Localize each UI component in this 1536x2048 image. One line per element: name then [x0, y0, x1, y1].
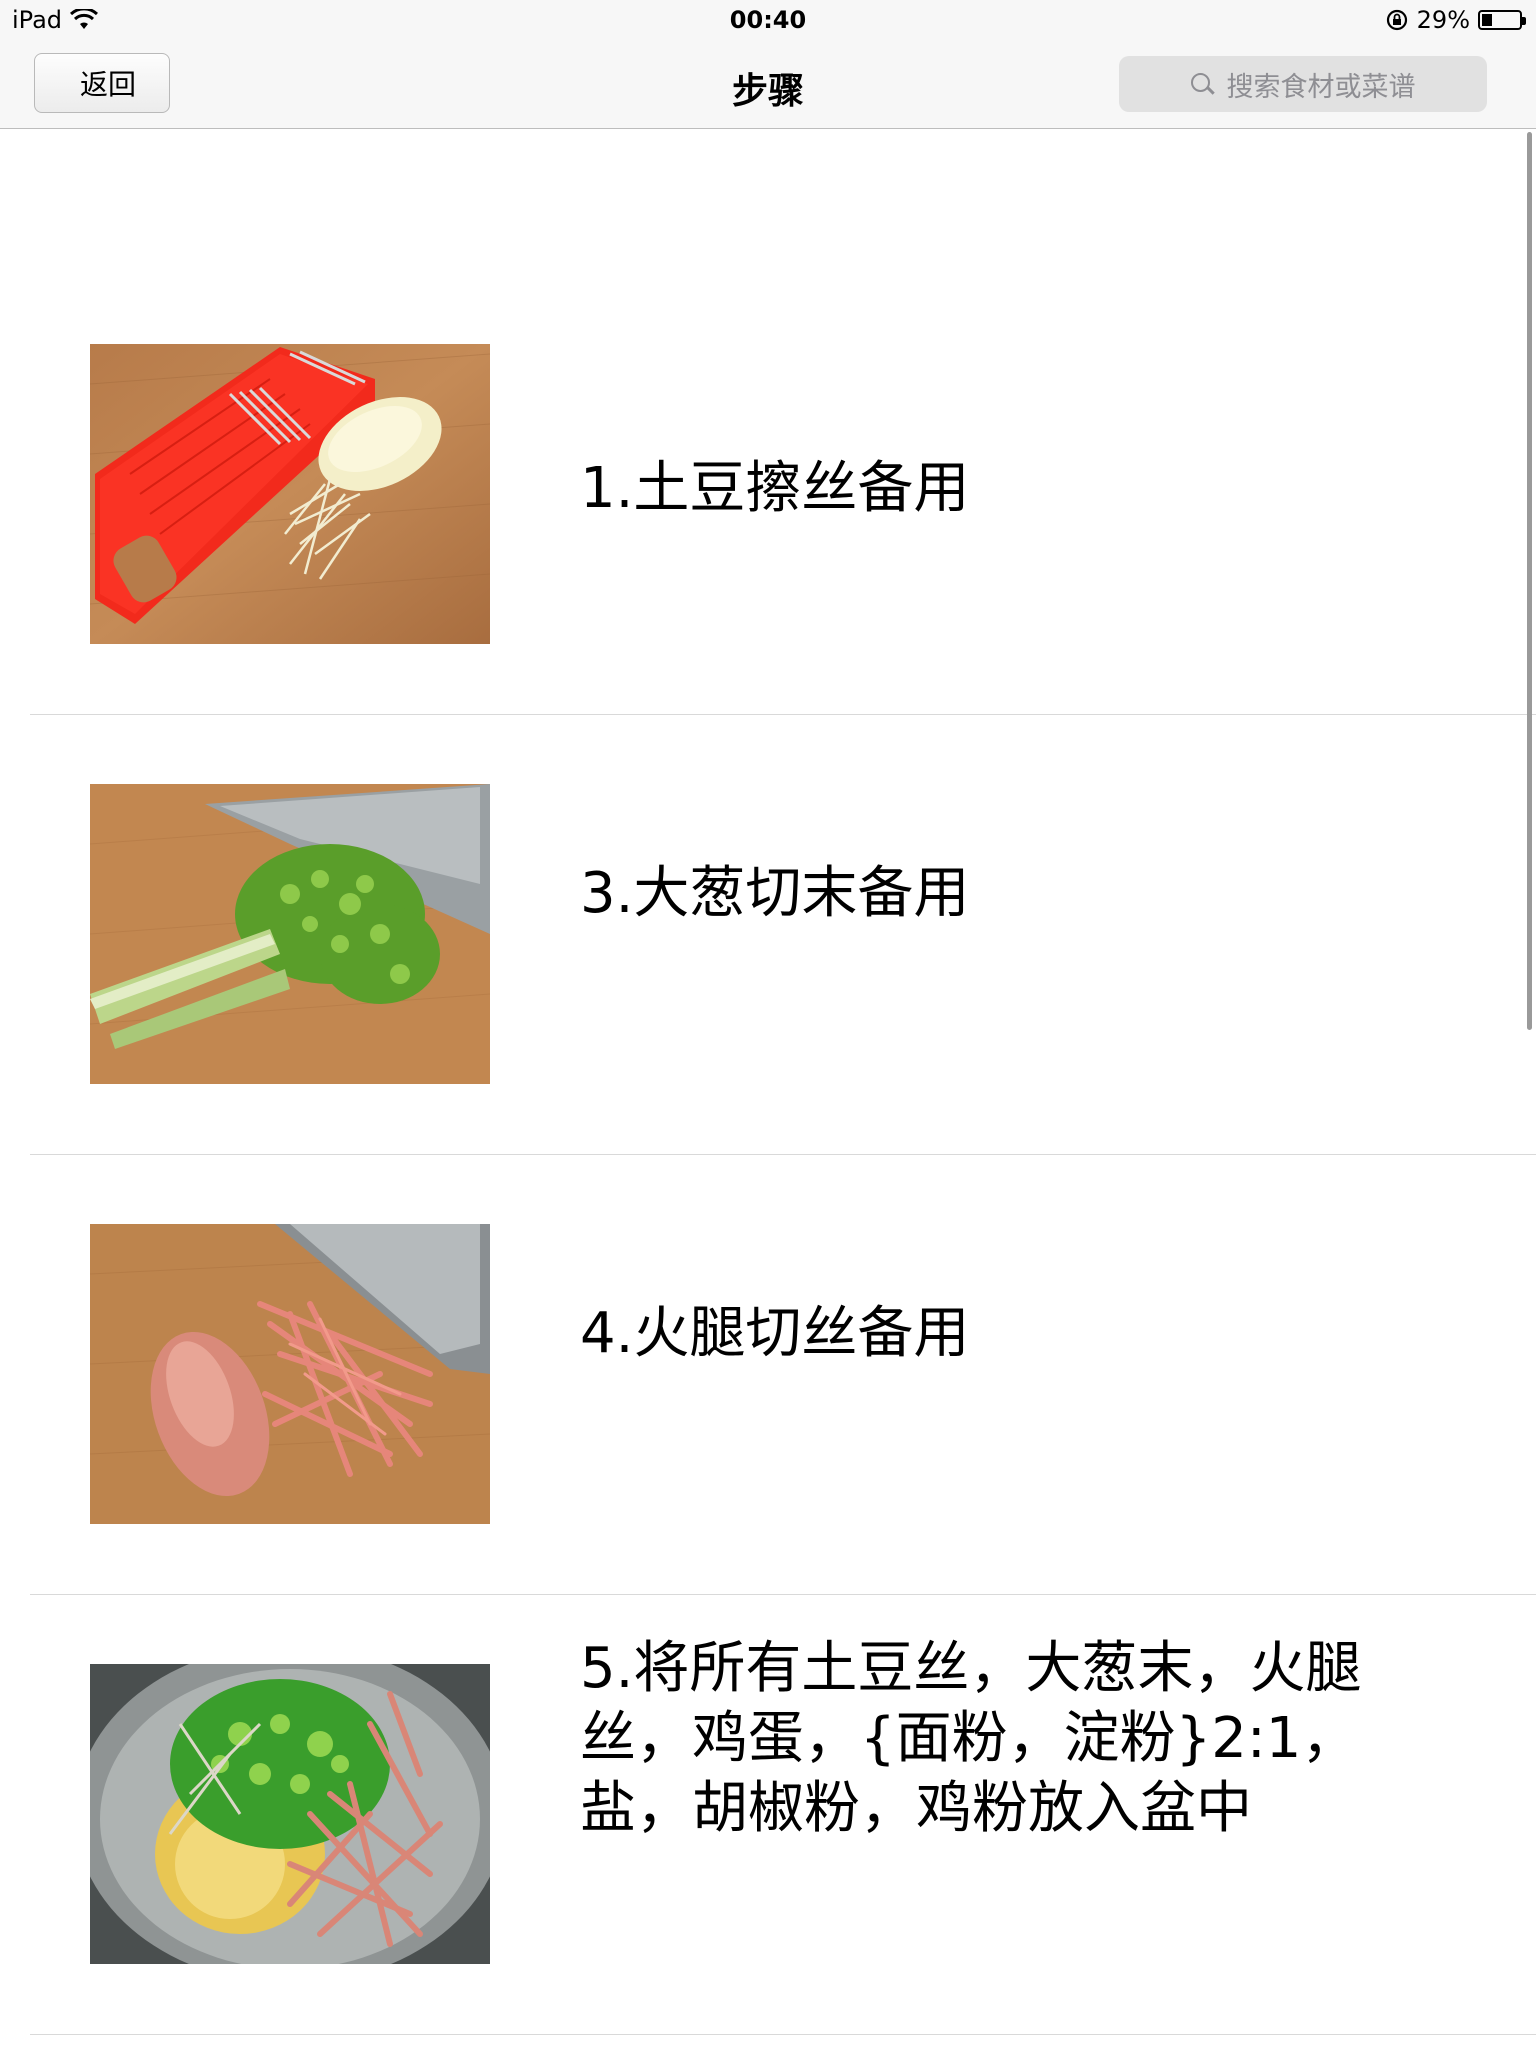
search-placeholder: 搜索食材或菜谱 — [1226, 71, 1416, 103]
scallion-knife-photo — [90, 784, 490, 1084]
step-text: 1.土豆擦丝备用 — [580, 456, 970, 521]
step-photo — [90, 344, 490, 644]
scrollbar[interactable] — [1527, 132, 1532, 1030]
step-photo — [90, 784, 490, 1084]
step-text: 5.将所有土豆丝，大葱末，火腿丝，鸡蛋，{面粉，淀粉}2:1，盐，胡椒粉，鸡粉放… — [580, 1636, 1362, 1841]
status-bar: iPad 00:40 29% — [0, 0, 1536, 42]
step-photo — [90, 1224, 490, 1524]
battery-fill — [1482, 14, 1493, 26]
mixing-bowl-photo — [90, 1664, 490, 1964]
step-photo — [90, 1664, 490, 1964]
list-item[interactable]: 3.大葱切末备用 — [30, 714, 1536, 1155]
battery-percent: 29% — [1416, 6, 1470, 34]
status-time: 00:40 — [729, 6, 807, 34]
status-right: 29% — [1385, 6, 1526, 34]
navigation-bar: 返回 步骤 搜索食材或菜谱 — [0, 42, 1536, 129]
list-item[interactable]: 1.土豆擦丝备用 — [30, 129, 1536, 715]
search-input[interactable]: 搜索食材或菜谱 — [1119, 56, 1487, 112]
step-text: 3.大葱切末备用 — [580, 861, 970, 926]
search-icon — [1190, 73, 1213, 95]
ham-strips-photo — [90, 1224, 490, 1524]
step-text: 4.火腿切丝备用 — [580, 1301, 970, 1366]
list-item[interactable]: 4.火腿切丝备用 — [30, 1154, 1536, 1595]
list-item[interactable]: 5.将所有土豆丝，大葱末，火腿丝，鸡蛋，{面粉，淀粉}2:1，盐，胡椒粉，鸡粉放… — [30, 1594, 1536, 2035]
rotation-lock-icon — [1386, 9, 1407, 31]
grater-potato-photo — [90, 344, 490, 644]
battery-icon — [1478, 10, 1526, 30]
